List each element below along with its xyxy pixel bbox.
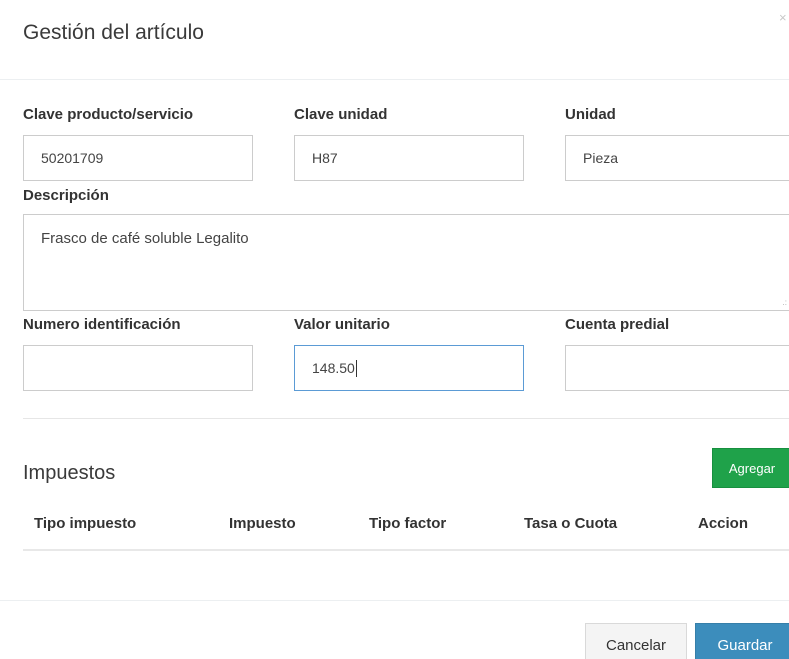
unidad-input[interactable]: Pieza	[565, 135, 789, 181]
column-header-accion: Accion	[698, 515, 749, 532]
resize-grip-icon[interactable]: .:	[783, 298, 787, 307]
numero-identificacion-label: Numero identificación	[23, 316, 181, 333]
clave-unidad-label: Clave unidad	[294, 106, 388, 123]
descripcion-label: Descripción	[23, 187, 109, 204]
unidad-value: Pieza	[583, 150, 619, 166]
modal-header: Gestión del artículo ×	[0, 0, 789, 80]
column-header-impuesto: Impuesto	[229, 515, 296, 532]
cancel-button[interactable]: Cancelar	[585, 623, 687, 659]
clave-unidad-input[interactable]: H87	[294, 135, 524, 181]
add-tax-button[interactable]: Agregar	[712, 448, 789, 488]
cuenta-predial-label: Cuenta predial	[565, 316, 670, 333]
clave-producto-label: Clave producto/servicio	[23, 106, 194, 123]
text-caret	[355, 359, 357, 377]
modal-title: Gestión del artículo	[23, 21, 204, 44]
valor-unitario-input[interactable]: 148.50	[294, 345, 524, 391]
clave-producto-value: 50201709	[41, 150, 104, 166]
cuenta-predial-input[interactable]	[565, 345, 789, 391]
save-button[interactable]: Guardar	[695, 623, 789, 659]
column-header-tipo-impuesto: Tipo impuesto	[34, 515, 137, 532]
unidad-label: Unidad	[565, 106, 616, 123]
section-divider	[23, 418, 789, 419]
clave-producto-input[interactable]: 50201709	[23, 135, 253, 181]
table-header-border	[23, 549, 789, 551]
footer-divider	[0, 600, 789, 601]
valor-unitario-label: Valor unitario	[294, 316, 390, 333]
column-header-tasa-cuota: Tasa o Cuota	[524, 515, 618, 532]
column-header-tipo-factor: Tipo factor	[369, 515, 447, 532]
descripcion-value: Frasco de café soluble Legalito	[41, 230, 249, 247]
close-icon[interactable]: ×	[779, 10, 787, 25]
valor-unitario-value: 148.50	[312, 360, 355, 376]
clave-unidad-value: H87	[312, 150, 338, 166]
numero-identificacion-input[interactable]	[23, 345, 253, 391]
impuestos-title: Impuestos	[23, 462, 116, 484]
descripcion-textarea[interactable]: Frasco de café soluble Legalito .:	[23, 214, 789, 311]
